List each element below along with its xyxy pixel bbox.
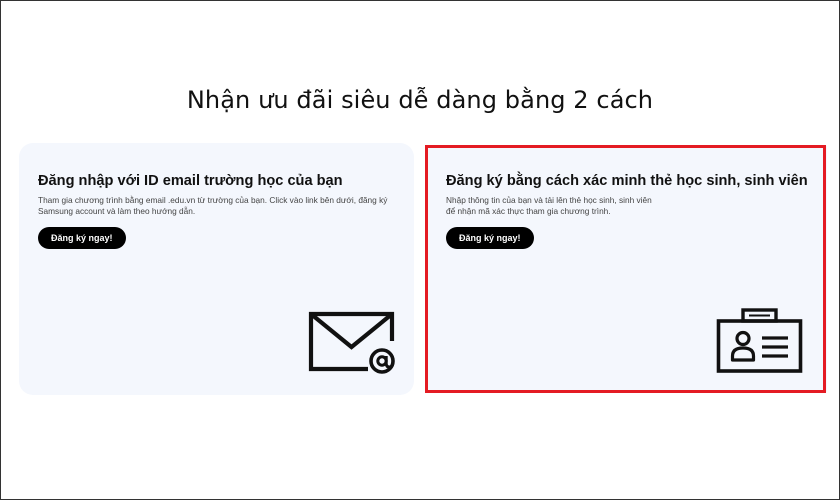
envelope-at-icon bbox=[308, 311, 395, 374]
register-now-button[interactable]: Đăng ký ngay! bbox=[446, 227, 534, 249]
card-description-line: để nhận mã xác thực tham gia chương trìn… bbox=[446, 206, 611, 216]
card-description-line: Nhập thông tin của bạn và tải lên thẻ họ… bbox=[446, 195, 652, 205]
card-description-line: Samsung account và làm theo hướng dẫn. bbox=[38, 206, 196, 216]
card-description: Nhập thông tin của bạn và tải lên thẻ họ… bbox=[446, 195, 786, 217]
page-title: Nhận ưu đãi siêu dễ dàng bằng 2 cách bbox=[186, 86, 654, 114]
student-card-signup-card: Đăng ký bằng cách xác minh thẻ học sinh,… bbox=[427, 146, 827, 392]
email-signup-card: Đăng nhập với ID email trường học của bạ… bbox=[19, 143, 414, 395]
id-card-icon bbox=[716, 308, 803, 373]
card-description-line: Tham gia chương trình bằng email .edu.vn… bbox=[38, 195, 388, 205]
card-description: Tham gia chương trình bằng email .edu.vn… bbox=[38, 195, 398, 217]
card-title: Đăng ký bằng cách xác minh thẻ học sinh,… bbox=[446, 173, 808, 189]
register-now-button[interactable]: Đăng ký ngay! bbox=[38, 227, 126, 249]
card-title: Đăng nhập với ID email trường học của bạ… bbox=[38, 173, 343, 189]
